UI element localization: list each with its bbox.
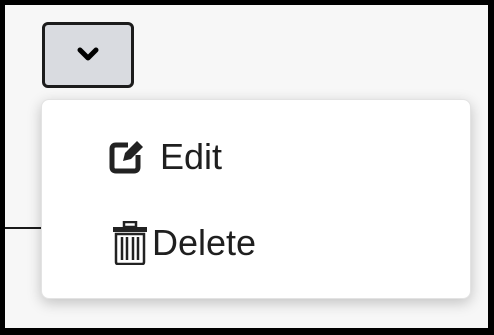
trash-icon	[110, 220, 150, 266]
divider-line	[5, 227, 45, 229]
dropdown-menu: Edit Delete	[41, 99, 471, 299]
dropdown-toggle-button[interactable]	[42, 22, 134, 88]
page-panel: Edit Delete	[5, 5, 488, 328]
edit-icon	[104, 135, 148, 179]
menu-item-edit[interactable]: Edit	[42, 122, 470, 192]
menu-item-delete[interactable]: Delete	[42, 208, 470, 278]
chevron-down-icon	[77, 47, 99, 63]
delete-label: Delete	[152, 222, 257, 263]
edit-label: Edit	[160, 136, 223, 177]
